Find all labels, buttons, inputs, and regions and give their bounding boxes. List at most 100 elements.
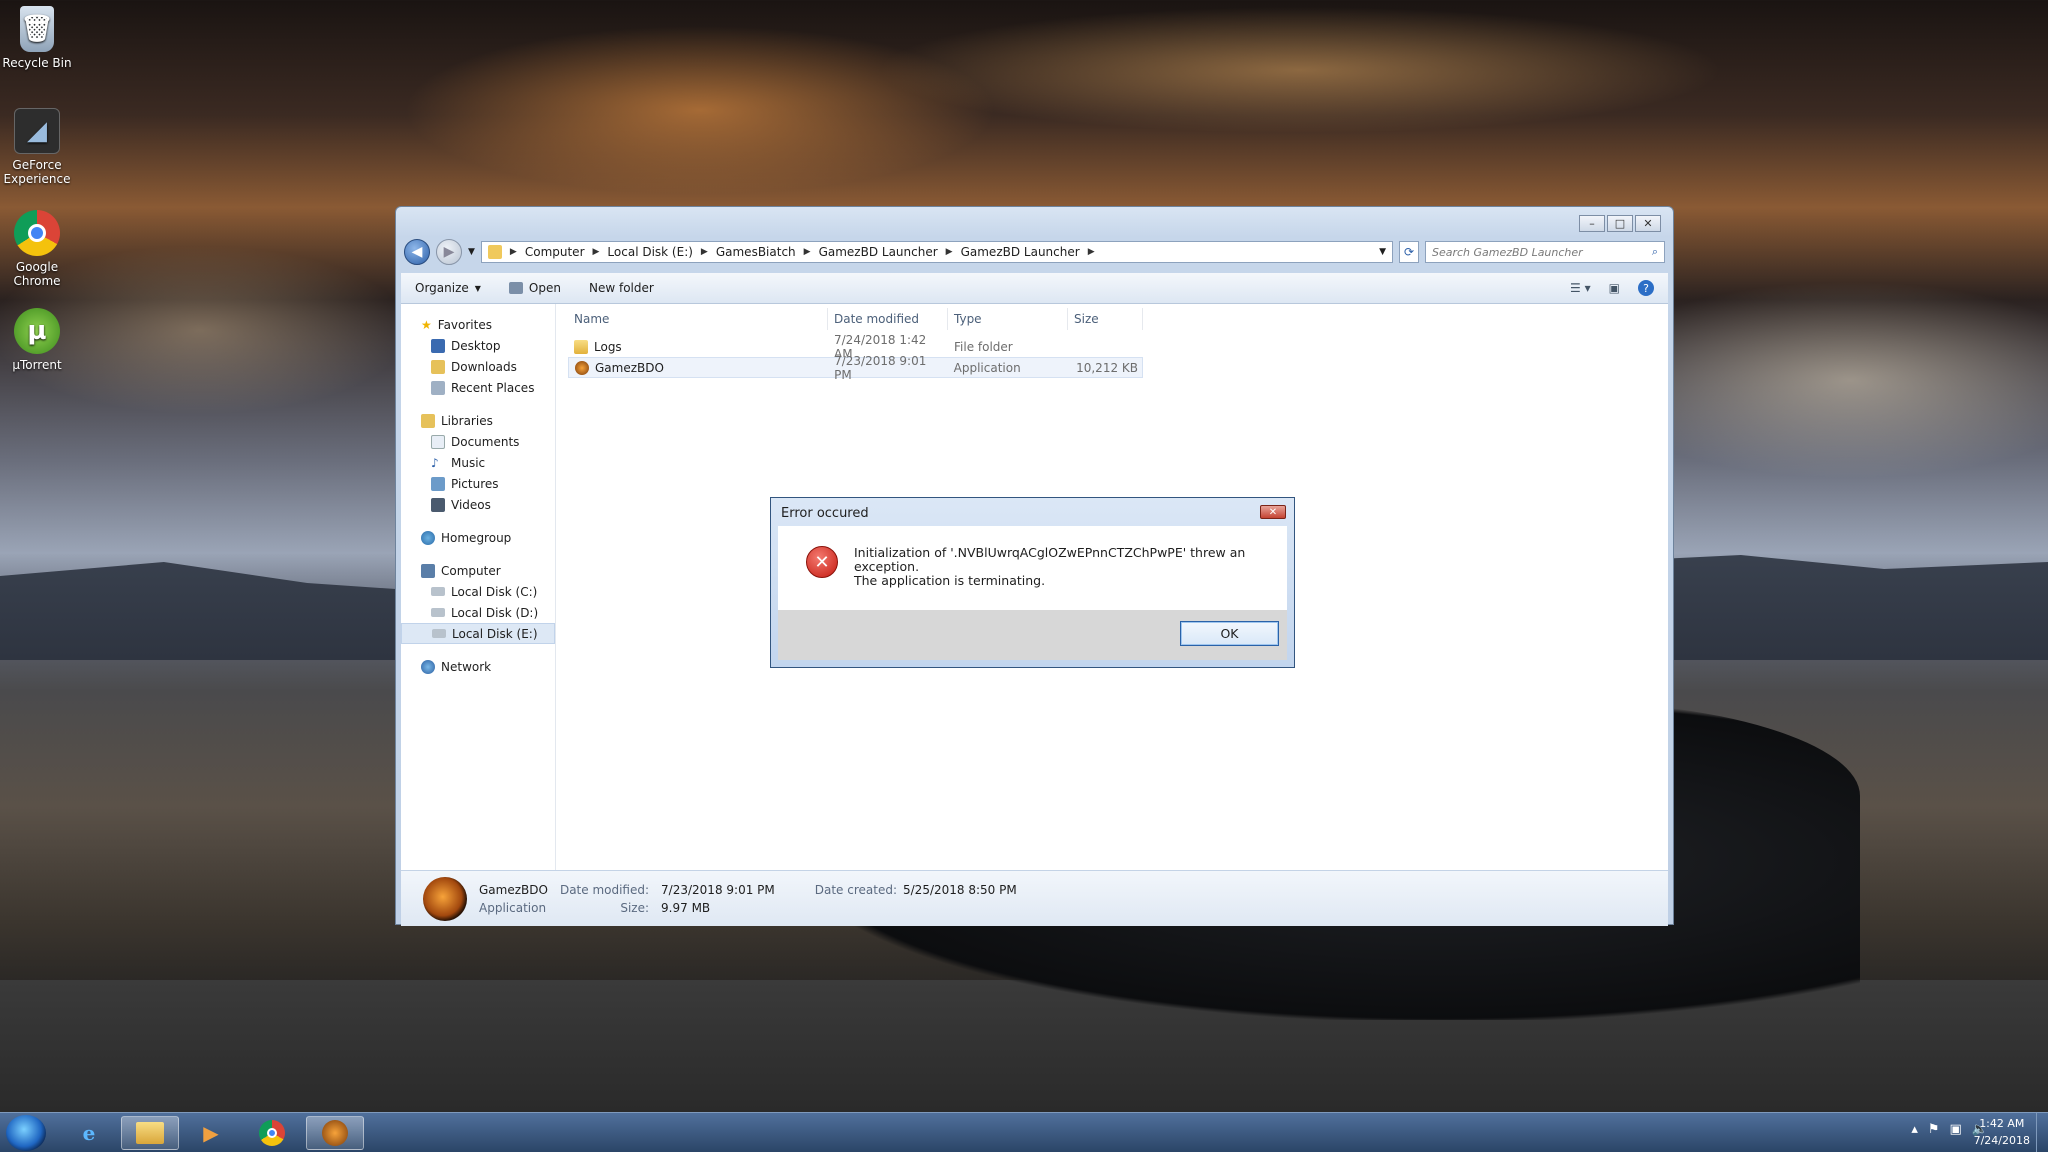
chrome-icon <box>14 210 60 256</box>
recent-places-icon <box>431 380 445 395</box>
preview-pane-icon[interactable]: ▣ <box>1609 281 1620 295</box>
nav-documents[interactable]: Documents <box>401 431 555 452</box>
nav-computer[interactable]: Computer <box>401 560 555 581</box>
nav-recent-places[interactable]: Recent Places <box>401 377 555 398</box>
window-controls: – □ ✕ <box>1579 215 1661 232</box>
maximize-button[interactable]: □ <box>1607 215 1633 232</box>
nav-homegroup[interactable]: Homegroup <box>401 527 555 548</box>
drive-icon <box>431 587 445 596</box>
gamezbdo-app-icon <box>423 876 467 921</box>
nav-pictures[interactable]: Pictures <box>401 473 555 494</box>
search-icon[interactable]: ⌕ <box>1652 245 1658 259</box>
desktop-icon-recycle-bin[interactable]: 🗑 Recycle Bin <box>0 6 74 70</box>
minimize-button[interactable]: – <box>1579 215 1605 232</box>
breadcrumb-local-disk-e[interactable]: Local Disk (E:) <box>607 245 693 259</box>
chevron-right-icon[interactable]: ▶ <box>1088 247 1095 257</box>
geforce-icon: ◢ <box>14 108 60 154</box>
breadcrumb-launcher-parent[interactable]: GamezBD Launcher <box>819 245 938 259</box>
folder-icon <box>487 245 502 259</box>
address-history-dropdown-icon[interactable]: ▼ <box>1379 247 1386 257</box>
clock-date: 7/24/2018 <box>1973 1134 2030 1147</box>
dialog-body: ✕ Initialization of '.NVBlUwrqACglOZwEPn… <box>778 526 1287 610</box>
details-file-kind: Application <box>479 900 547 915</box>
nav-group-libraries: Libraries Documents ♪ Music Pictures Vide… <box>401 410 555 515</box>
nav-desktop[interactable]: Desktop <box>401 335 555 356</box>
media-player-icon: ▶ <box>203 1121 219 1145</box>
taskbar-explorer[interactable] <box>121 1116 179 1150</box>
dialog-close-button[interactable]: ✕ <box>1260 505 1286 519</box>
back-button[interactable]: ◀ <box>404 239 430 265</box>
chevron-right-icon[interactable]: ▶ <box>510 247 517 257</box>
chevron-right-icon[interactable]: ▶ <box>593 247 600 257</box>
search-input[interactable]: Search GamezBD Launcher ⌕ <box>1425 241 1665 263</box>
chrome-icon <box>259 1120 285 1146</box>
ok-button[interactable]: OK <box>1180 621 1279 646</box>
view-options-icon[interactable]: ☰ ▾ <box>1570 281 1591 295</box>
column-name[interactable]: Name <box>568 308 828 330</box>
taskbar-internet-explorer[interactable]: e <box>60 1116 118 1150</box>
refresh-icon[interactable]: ⟳ <box>1399 241 1419 263</box>
address-bar[interactable]: ▶ Computer ▶ Local Disk (E:) ▶ GamesBiat… <box>480 241 1393 263</box>
clock[interactable]: 1:42 AM 7/24/2018 <box>1974 1115 2030 1149</box>
nav-local-disk-d[interactable]: Local Disk (D:) <box>401 602 555 623</box>
application-icon <box>508 282 523 294</box>
navigation-pane: ★ Favorites Desktop Downloads Recent Plac… <box>401 304 556 870</box>
libraries-icon <box>421 413 435 428</box>
start-button[interactable] <box>6 1115 46 1151</box>
nav-group-homegroup: Homegroup <box>401 527 555 548</box>
breadcrumb-gamesbiatch[interactable]: GamesBiatch <box>716 245 796 259</box>
new-folder-button[interactable]: New folder <box>589 281 654 295</box>
chevron-down-icon: ▼ <box>474 283 481 293</box>
breadcrumb-launcher-current[interactable]: GamezBD Launcher <box>961 245 1080 259</box>
desktop-icon-utorrent[interactable]: µ µTorrent <box>0 308 74 372</box>
help-icon[interactable]: ? <box>1638 280 1654 296</box>
nav-videos[interactable]: Videos <box>401 494 555 515</box>
desktop-icon-geforce[interactable]: ◢ GeForce Experience <box>0 108 74 186</box>
utorrent-icon: µ <box>14 308 60 354</box>
documents-icon <box>431 434 445 449</box>
downloads-icon <box>431 359 445 374</box>
nav-group-computer: Computer Local Disk (C:) Local Disk (D:)… <box>401 560 555 644</box>
details-size: 9.97 MB <box>661 900 711 915</box>
nav-network[interactable]: Network <box>401 656 555 677</box>
desktop-icon-chrome[interactable]: Google Chrome <box>0 210 74 288</box>
recent-pages-dropdown-icon[interactable]: ▼ <box>468 247 475 257</box>
clock-time: 1:42 AM <box>1979 1117 2025 1130</box>
organize-button[interactable]: Organize ▼ <box>415 281 481 295</box>
nav-downloads[interactable]: Downloads <box>401 356 555 377</box>
drive-icon <box>431 608 445 617</box>
taskbar-chrome[interactable] <box>243 1116 301 1150</box>
chevron-right-icon[interactable]: ▶ <box>804 247 811 257</box>
nav-libraries[interactable]: Libraries <box>401 410 555 431</box>
nav-music[interactable]: ♪ Music <box>401 452 555 473</box>
details-date-modified: 7/23/2018 9:01 PM <box>661 882 775 897</box>
show-desktop-button[interactable] <box>2036 1113 2048 1152</box>
gamezbdo-app-icon <box>322 1120 348 1146</box>
taskbar-gamezbdo[interactable] <box>306 1116 364 1150</box>
chevron-right-icon[interactable]: ▶ <box>946 247 953 257</box>
nav-group-favorites: ★ Favorites Desktop Downloads Recent Plac… <box>401 314 555 398</box>
close-window-button[interactable]: ✕ <box>1635 215 1661 232</box>
show-hidden-icons-icon[interactable]: ▴ <box>1911 1122 1918 1137</box>
nav-local-disk-c[interactable]: Local Disk (C:) <box>401 581 555 602</box>
forward-button[interactable]: ▶ <box>436 239 462 265</box>
chevron-right-icon[interactable]: ▶ <box>701 247 708 257</box>
drive-icon <box>432 629 446 638</box>
network-tray-icon[interactable]: ▣ <box>1950 1122 1962 1137</box>
homegroup-icon <box>421 530 435 545</box>
taskbar-media-player[interactable]: ▶ <box>182 1116 240 1150</box>
column-date-modified[interactable]: Date modified <box>828 308 948 330</box>
details-date-created: 5/25/2018 8:50 PM <box>903 883 1017 897</box>
file-row-gamezbdo[interactable]: GamezBDO 7/23/2018 9:01 PM Application 1… <box>568 354 1143 382</box>
folder-icon <box>136 1122 164 1144</box>
column-type[interactable]: Type <box>948 308 1068 330</box>
gamezbdo-app-icon <box>575 360 589 375</box>
column-size[interactable]: Size <box>1068 308 1143 330</box>
star-icon: ★ <box>421 317 432 332</box>
pictures-icon <box>431 476 445 491</box>
breadcrumb-computer[interactable]: Computer <box>525 245 585 259</box>
nav-local-disk-e[interactable]: Local Disk (E:) <box>401 623 555 644</box>
open-button[interactable]: Open <box>508 281 561 295</box>
action-center-icon[interactable]: ⚑ <box>1928 1122 1940 1137</box>
nav-favorites[interactable]: ★ Favorites <box>401 314 555 335</box>
